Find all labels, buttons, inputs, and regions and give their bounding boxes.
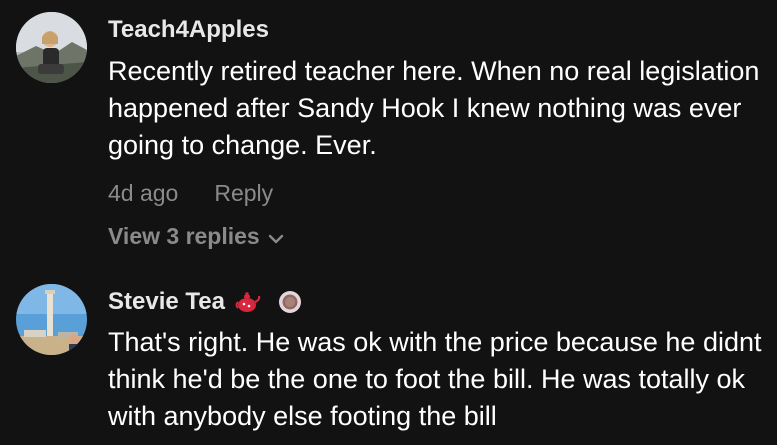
- view-replies-button[interactable]: View 3 replies: [108, 223, 767, 250]
- comment-body: Stevie Tea That's right. He was ok with …: [108, 288, 767, 435]
- reply-button[interactable]: Reply: [214, 180, 273, 207]
- comment-meta: 4d ago Reply: [108, 180, 767, 207]
- comment-username-row: Stevie Tea: [108, 288, 767, 316]
- comment-text: Recently retired teacher here. When no r…: [108, 56, 760, 160]
- comment-item: Teach4Apples Recently retired teacher he…: [0, 0, 777, 260]
- avatar-image: [16, 284, 87, 355]
- avatar[interactable]: [16, 12, 87, 83]
- chevron-down-icon: [268, 223, 284, 250]
- comment-timestamp: 4d ago: [108, 180, 179, 206]
- comment-body: Teach4Apples Recently retired teacher he…: [108, 16, 767, 250]
- avatar-image: [16, 12, 87, 83]
- comment-item: Stevie Tea That's right. He was ok with …: [0, 270, 777, 445]
- comment-username[interactable]: Stevie Tea: [108, 288, 225, 316]
- teapot-icon: [235, 289, 261, 315]
- tea-cup-icon: [277, 289, 303, 315]
- avatar[interactable]: [16, 284, 87, 355]
- view-replies-label: View 3 replies: [108, 223, 260, 249]
- comment-username[interactable]: Teach4Apples: [108, 16, 767, 44]
- comment-text: That's right. He was ok with the price b…: [108, 327, 762, 431]
